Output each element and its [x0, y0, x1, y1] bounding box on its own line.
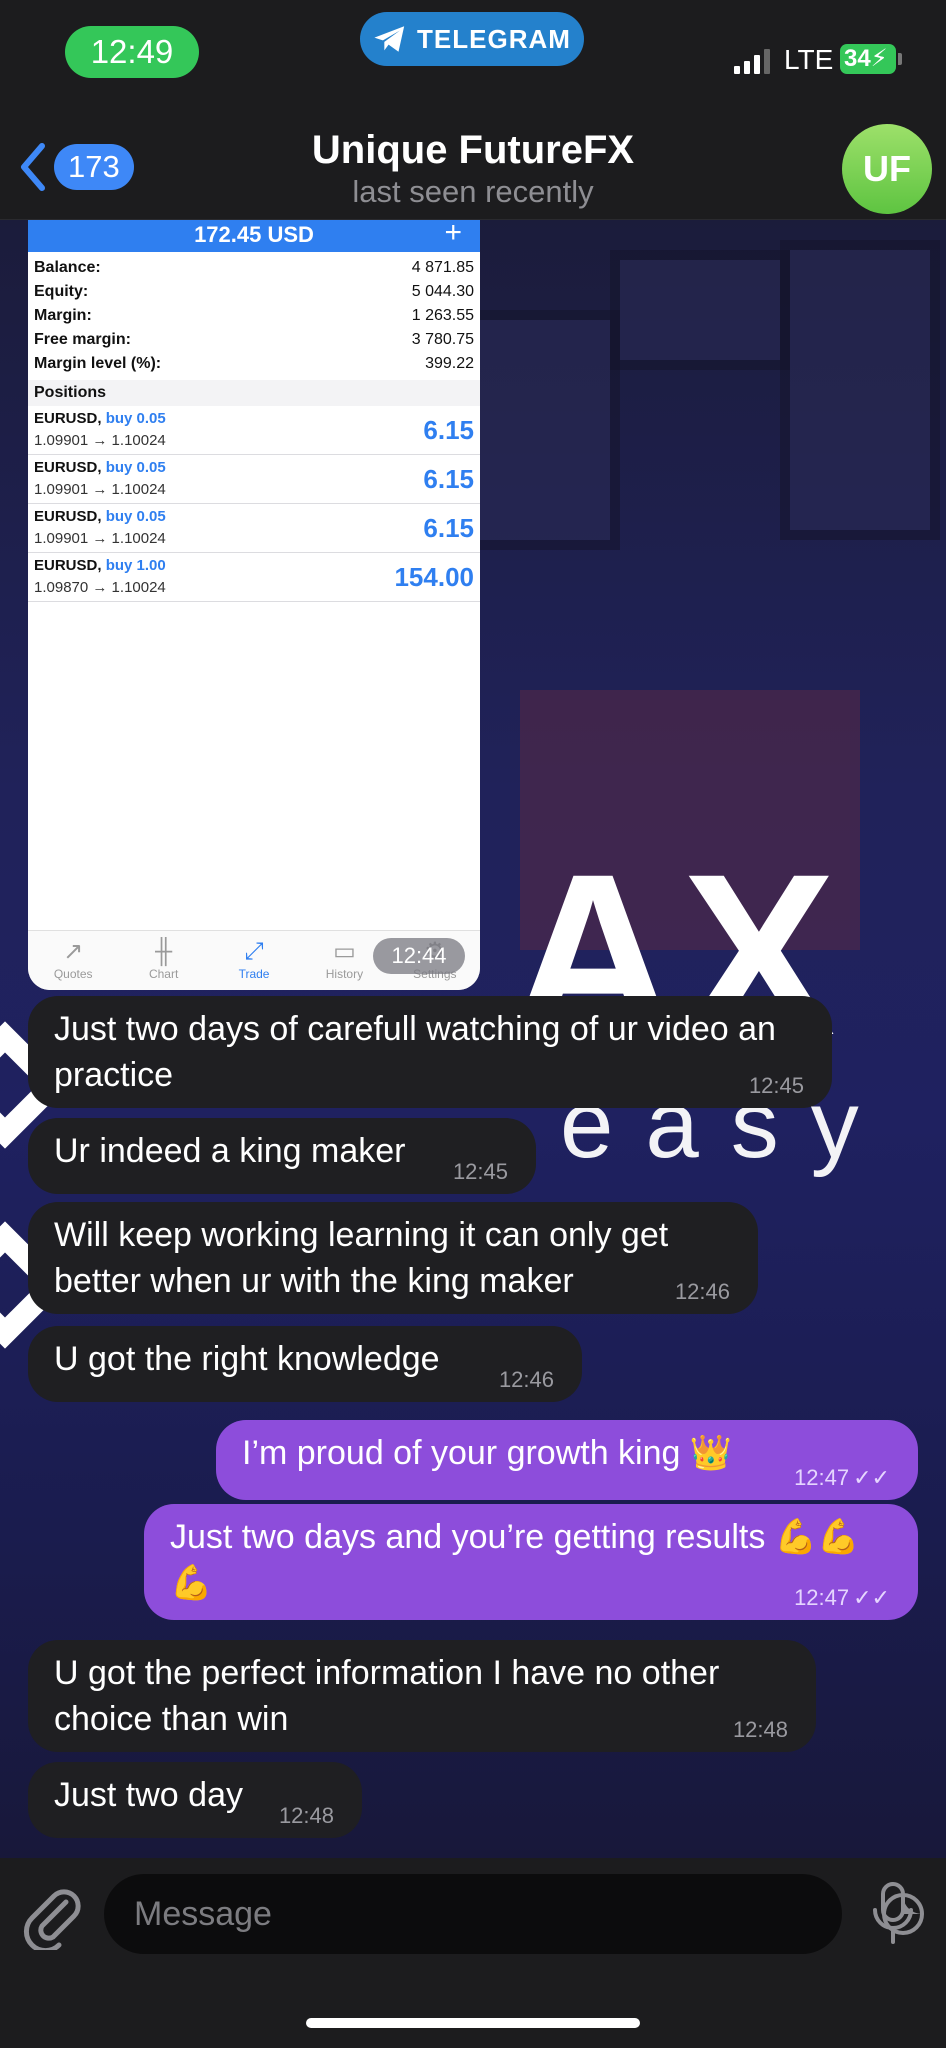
message-text: Will keep working learning it can only g…	[54, 1216, 669, 1300]
status-bar: 12:49 TELEGRAM LTE 34⚡	[0, 0, 946, 120]
attachment-icon[interactable]	[22, 1880, 82, 1950]
chat-header: 173 Unique FutureFX last seen recently U…	[0, 120, 946, 220]
message-time: 12:45	[452, 1159, 508, 1184]
message-field	[104, 1874, 924, 1954]
wallpaper-frame	[470, 310, 620, 550]
tab-quotes: ↗ Quotes	[28, 931, 118, 990]
network-type: LTE	[784, 44, 834, 75]
message-time: 12:47 ✓✓	[794, 1585, 890, 1610]
chat-status: last seen recently	[352, 174, 594, 209]
message-bubble[interactable]: Just two days of carefull watching of ur…	[28, 996, 832, 1108]
tab-trade: ⤢ Trade	[209, 931, 299, 990]
trade-icon: ⤢	[244, 938, 264, 965]
double-check-icon: ✓✓	[853, 1465, 890, 1490]
signal-icon	[734, 48, 770, 74]
message-bubble-outgoing[interactable]: Just two days and you’re getting results…	[144, 1504, 918, 1620]
message-bubble[interactable]: U got the right knowledge 12:46	[28, 1326, 582, 1402]
position-row: EURUSD, buy 0.05 1.09901 → 1.10024 6.15	[28, 455, 480, 504]
position-row: EURUSD, buy 0.05 1.09901 → 1.10024 6.15	[28, 504, 480, 553]
account-row: Equity: 5 044.30	[34, 283, 474, 300]
account-row: Free margin: 3 780.75	[34, 331, 474, 348]
tab-chart: ╫ Chart	[118, 931, 208, 990]
candlestick-icon: ╫	[155, 938, 173, 965]
home-indicator[interactable]	[306, 2018, 640, 2028]
message-time: 12:48	[278, 1803, 334, 1828]
positions-header: Positions	[28, 380, 480, 406]
message-text: U got the right knowledge	[54, 1340, 440, 1378]
message-time: 12:48	[732, 1717, 788, 1742]
return-to-app-pill[interactable]: TELEGRAM	[360, 12, 584, 66]
message-text: Ur indeed a king maker	[54, 1132, 406, 1170]
message-time: 12:47 ✓✓	[794, 1465, 890, 1490]
position-row: EURUSD, buy 1.00 1.09870 → 1.10024 154.00	[28, 553, 480, 602]
position-row: EURUSD, buy 0.05 1.09901 → 1.10024 6.15	[28, 406, 480, 455]
avatar[interactable]: UF	[842, 124, 932, 214]
message-time: 12:46	[498, 1367, 554, 1392]
chat-title[interactable]: Unique FutureFX	[0, 128, 946, 173]
message-text: Just two days of carefull watching of ur…	[54, 1010, 776, 1094]
account-row: Margin: 1 263.55	[34, 307, 474, 324]
message-time: 12:46	[674, 1279, 730, 1304]
message-text: U got the perfect information I have no …	[54, 1654, 720, 1738]
message-bubble[interactable]: Will keep working learning it can only g…	[28, 1202, 758, 1314]
quotes-icon: ↗	[63, 938, 84, 965]
profit-header: 172.45 USD +	[28, 220, 480, 252]
total-profit: 172.45 USD	[194, 222, 314, 247]
wallpaper-frame	[780, 240, 940, 540]
microphone-icon[interactable]	[870, 1880, 916, 1950]
message-text: Just two days and you’re getting results…	[170, 1518, 860, 1602]
plus-icon: +	[444, 220, 462, 249]
account-summary: Balance: 4 871.85 Equity: 5 044.30 Margin:…	[28, 252, 480, 376]
message-text: I’m proud of your growth king 👑	[242, 1434, 733, 1472]
telegram-icon	[374, 26, 405, 52]
charging-icon: ⚡	[870, 45, 888, 72]
composer	[0, 1858, 946, 2048]
image-message[interactable]: 172.45 USD + Balance: 4 871.85 Equity: 5 0…	[28, 220, 480, 990]
double-check-icon: ✓✓	[853, 1585, 890, 1610]
account-row: Margin level (%): 399.22	[34, 355, 474, 372]
message-bubble[interactable]: Just two day 12:48	[28, 1762, 362, 1838]
status-time[interactable]: 12:49	[65, 26, 199, 78]
message-bubble-outgoing[interactable]: I’m proud of your growth king 👑 12:47 ✓✓	[216, 1420, 918, 1500]
message-time: 12:45	[748, 1073, 804, 1098]
message-bubble[interactable]: Ur indeed a king maker 12:45	[28, 1118, 536, 1194]
wallpaper-frame	[610, 250, 790, 370]
message-input[interactable]	[104, 1874, 704, 1954]
account-row: Balance: 4 871.85	[34, 259, 474, 276]
battery-level: 34	[844, 45, 871, 72]
message-bubble[interactable]: U got the perfect information I have no …	[28, 1640, 816, 1752]
image-timestamp: 12:44	[373, 938, 465, 974]
app-pill-label: TELEGRAM	[417, 23, 571, 54]
battery-icon: 34⚡	[840, 44, 902, 74]
message-text: Just two day	[54, 1776, 243, 1814]
